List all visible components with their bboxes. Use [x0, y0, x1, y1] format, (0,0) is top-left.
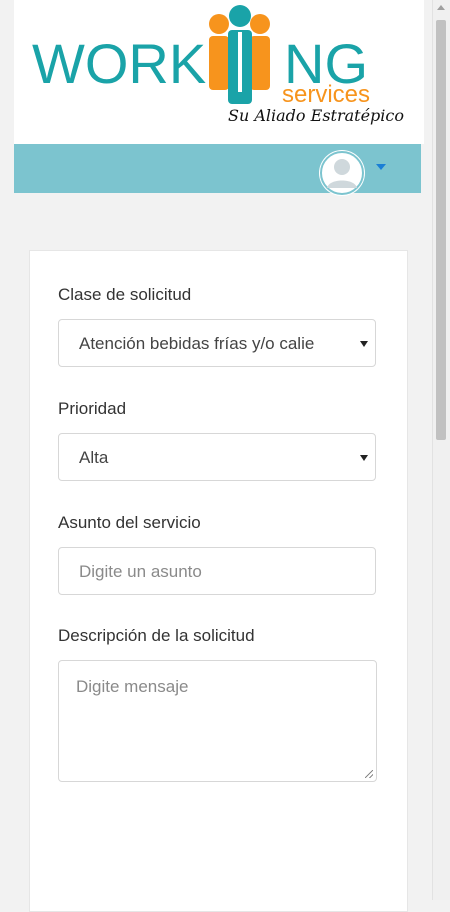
descripcion-textarea[interactable]: Digite mensaje [58, 660, 377, 782]
select-arrow-icon [360, 341, 368, 347]
scroll-up-arrow-icon[interactable] [437, 5, 445, 10]
clase-solicitud-label: Clase de solicitud [58, 285, 192, 304]
people-figures-icon [209, 5, 270, 104]
caret-down-icon[interactable] [376, 164, 386, 170]
vertical-scrollbar[interactable] [432, 0, 450, 900]
asunto-placeholder: Digite un asunto [79, 562, 202, 581]
asunto-label: Asunto del servicio [58, 513, 201, 532]
brand-logo: WORK NG services Su Aliado Estratépico [14, 0, 424, 144]
resize-grip-icon[interactable] [365, 770, 373, 778]
request-form-card: Clase de solicitud Atención bebidas fría… [29, 250, 408, 912]
select-arrow-icon [360, 455, 368, 461]
prioridad-value: Alta [79, 448, 109, 467]
descripcion-placeholder: Digite mensaje [76, 677, 189, 696]
user-avatar-icon[interactable] [319, 150, 365, 196]
brand-tagline: Su Aliado Estratépico [228, 106, 404, 125]
prioridad-label: Prioridad [58, 399, 127, 418]
asunto-input[interactable]: Digite un asunto [58, 547, 376, 595]
prioridad-select[interactable]: Alta [58, 433, 376, 481]
top-navbar [14, 144, 421, 196]
descripcion-label: Descripción de la solicitud [58, 626, 255, 645]
logo-work-text: WORK [32, 32, 206, 95]
logo-services-text: services [282, 81, 370, 108]
clase-solicitud-select[interactable]: Atención bebidas frías y/o calie [58, 319, 376, 367]
clase-solicitud-value: Atención bebidas frías y/o calie [79, 334, 315, 353]
scrollbar-thumb[interactable] [436, 20, 446, 440]
